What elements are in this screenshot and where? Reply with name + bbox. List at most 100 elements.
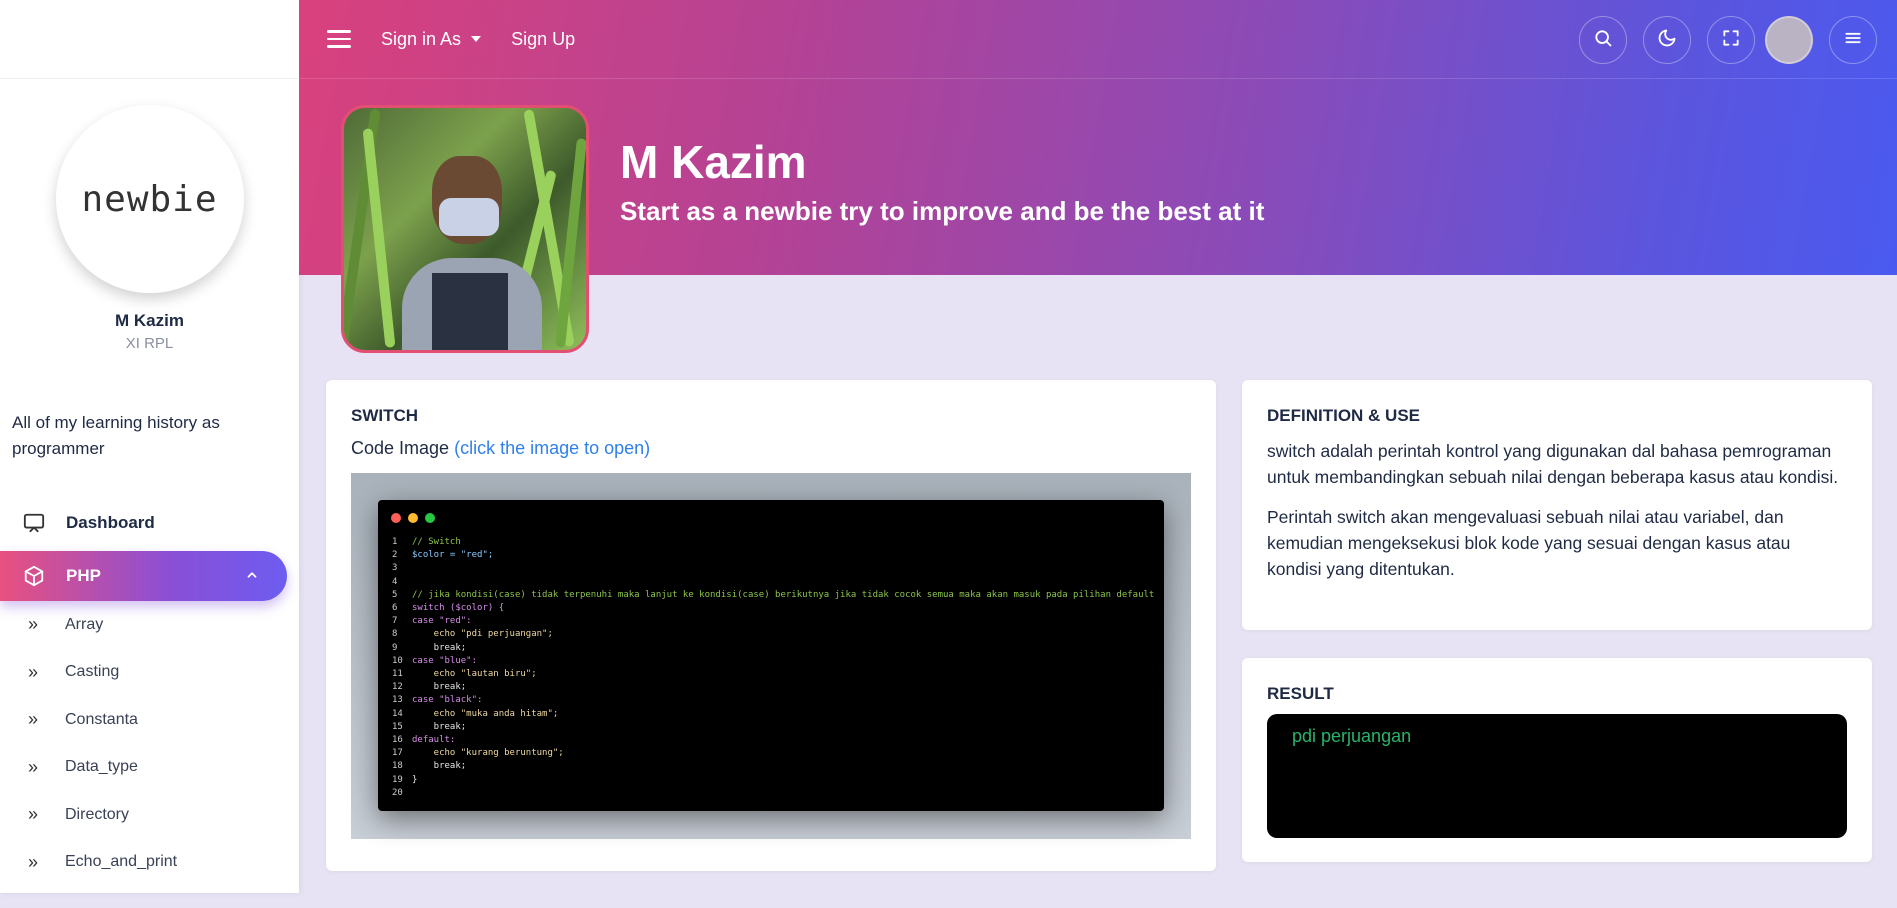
code-image-label: Code Image [351,438,450,458]
caret-down-icon [471,36,482,42]
line-number: 5 [392,589,398,600]
code-block: 1 // Switch 2 $color = "red"; 3 4 5 // jika kon… [392,536,1154,800]
profile-class: XI RPL [125,335,174,352]
sidebar-item-php[interactable]: PHP [0,551,287,601]
line-text: } [412,774,418,785]
line-text: case "blue": [412,655,478,666]
sidebar-subitem-array[interactable]: » Array [0,601,299,649]
dark-mode-button[interactable] [1643,16,1691,64]
line-text: break; [412,682,467,693]
sidebar-subitem-directory[interactable]: » Directory [0,791,299,839]
code-line: 19} [392,774,1154,787]
user-avatar[interactable] [1765,16,1813,64]
code-line: 15 break; [392,721,1154,734]
sidebar-subitem-label: Data_type [65,758,138,776]
code-line: 5 // jika kondisi(case) tidak terpenuhi m… [392,589,1154,602]
sidebar-subitem-data-type[interactable]: » Data_type [0,744,299,792]
line-number: 4 [392,576,398,587]
line-number: 18 [392,761,403,772]
fullscreen-button[interactable] [1707,16,1755,64]
code-image-row: Code Image (click the image to open) [351,438,1191,459]
definition-paragraph-2: Perintah switch akan mengevaluasi sebuah… [1267,507,1791,579]
line-text: echo "lautan biru"; [412,669,537,680]
sign-in-as-label: Sign in As [381,28,462,49]
profile-logo: newbie [55,105,244,293]
search-button[interactable] [1579,16,1627,64]
sidebar-subitem-echo-and-print[interactable]: » Echo_and_print [0,839,299,887]
sidebar-item-dashboard[interactable]: Dashboard [0,498,299,548]
result-card: RESULT pdi perjuangan [1242,658,1872,862]
sidebar-subitem-label: Directory [65,805,130,823]
sidebar-description: All of my learning history as programmer [12,413,220,458]
line-text: case "red": [412,616,472,627]
sidebar-subitem-label: Echo_and_print [65,853,178,871]
sidebar-item-label: PHP [66,566,101,585]
code-line: 12 break; [392,681,1154,694]
code-line: 6 switch ($color) { [392,602,1154,615]
line-number: 3 [392,563,398,574]
line-text: echo "kurang beruntung"; [412,748,564,759]
sidebar-subitem-label: Casting [65,663,120,681]
code-line: 17 echo "kurang beruntung"; [392,747,1154,760]
code-line: 3 [392,562,1154,575]
line-number: 9 [392,642,398,653]
sidebar-subitem-casting[interactable]: » Casting [0,649,299,697]
line-number: 11 [392,669,403,680]
double-chevron-icon: » [28,614,39,635]
line-number: 15 [392,721,403,732]
logo-text: newbie [81,178,218,220]
line-text: break; [412,761,467,772]
code-line: 16 default: [392,734,1154,747]
sidebar-subitem-label: Array [65,615,104,633]
menu-toggle-icon[interactable] [327,30,351,48]
settings-menu-button[interactable] [1829,16,1877,64]
topbar-actions [1563,16,1877,64]
line-number: 1 [392,537,398,547]
code-image[interactable]: 1 // Switch 2 $color = "red"; 3 4 5 // jika kon… [351,473,1191,839]
switch-title: SWITCH [351,406,419,425]
line-text: $color = "red"; [412,550,494,561]
hero-name: M Kazim [620,136,807,188]
menu-lines-icon [1843,28,1863,53]
fullscreen-icon [1721,28,1741,53]
code-line: 4 [392,576,1154,589]
profile-name: M Kazim [115,311,184,330]
line-number: 6 [392,603,398,614]
line-number: 20 [392,787,403,798]
result-output: pdi perjuangan [1267,714,1847,838]
chevron-up-icon [245,567,259,587]
code-window: 1 // Switch 2 $color = "red"; 3 4 5 // jika kon… [378,500,1164,811]
line-number: 16 [392,735,403,746]
code-line: 9 break; [392,642,1154,655]
definition-paragraph-1: switch adalah perintah kontrol yang digu… [1267,441,1839,487]
definition-title: DEFINITION & USE [1267,406,1421,425]
line-text: default: [412,735,456,746]
sidebar-nav: Dashboard PHP » Array » Casting » Consta… [0,498,299,886]
code-line: 10 case "blue": [392,655,1154,668]
double-chevron-icon: » [28,709,39,730]
search-icon [1593,28,1613,53]
switch-card: SWITCH Code Image (click the image to op… [326,380,1216,871]
line-number: 8 [392,629,398,640]
line-number: 10 [392,655,403,666]
sidebar-subitem-constanta[interactable]: » Constanta [0,696,299,744]
open-image-link[interactable]: (click the image to open) [454,438,650,458]
sidebar-item-label: Dashboard [66,513,155,532]
profile-section: newbie M Kazim XI RPL [0,79,299,352]
code-line: 20 [392,787,1154,800]
line-number: 13 [392,695,403,706]
code-line: 11 echo "lautan biru"; [392,668,1154,681]
line-text: // Switch [412,537,461,547]
sign-in-as-dropdown[interactable]: Sign in As [381,28,482,50]
double-chevron-icon: » [28,851,39,872]
code-line: 7 case "red": [392,615,1154,628]
cube-icon [22,564,46,588]
line-text: break; [412,721,467,732]
line-text: echo "muka anda hitam"; [412,708,559,719]
profile-photo [341,105,589,353]
code-line: 14 echo "muka anda hitam"; [392,708,1154,721]
sign-up-link[interactable]: Sign Up [511,29,575,50]
line-number: 2 [392,550,398,561]
sidebar: newbie M Kazim XI RPL All of my learning… [0,0,299,893]
line-number: 7 [392,616,398,627]
